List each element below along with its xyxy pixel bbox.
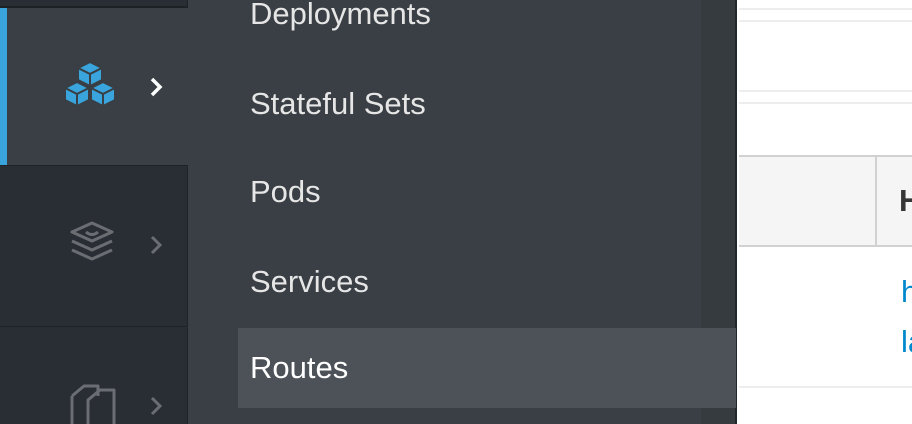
menu-item-routes[interactable]: Routes: [238, 328, 736, 408]
table-header-row: H: [739, 155, 912, 247]
menu-item-deployments[interactable]: Deployments: [238, 0, 736, 54]
divider: [739, 8, 912, 10]
column-divider: [875, 157, 877, 245]
menu-item-stateful-sets[interactable]: Stateful Sets: [238, 64, 736, 144]
cubes-icon: [64, 61, 116, 107]
table-cell-link[interactable]: la: [901, 322, 912, 362]
table-cell-link[interactable]: h: [901, 272, 912, 312]
primary-nav-rail: [0, 0, 188, 424]
divider: [739, 102, 912, 104]
nav-rail-item-applications[interactable]: [0, 8, 188, 166]
nav-rail-item-top[interactable]: [0, 0, 188, 8]
chevron-right-icon: [150, 396, 163, 416]
layers-icon: [70, 221, 114, 261]
secondary-nav-menu: Deployments Stateful Sets Pods Services …: [188, 0, 737, 424]
table-column-header[interactable]: H: [899, 181, 912, 221]
nav-rail-item-builds[interactable]: [0, 167, 188, 327]
divider: [739, 20, 912, 22]
table-row-divider: [739, 386, 912, 388]
main-content: H h la: [739, 0, 912, 424]
active-indicator: [0, 8, 7, 165]
divider: [739, 90, 912, 92]
menu-item-services[interactable]: Services: [238, 242, 736, 322]
nav-rail-item-resources[interactable]: [0, 328, 188, 424]
copy-files-icon: [70, 384, 116, 424]
menu-item-pods[interactable]: Pods: [238, 152, 736, 232]
chevron-right-icon: [150, 235, 163, 255]
chevron-right-icon: [150, 77, 163, 97]
